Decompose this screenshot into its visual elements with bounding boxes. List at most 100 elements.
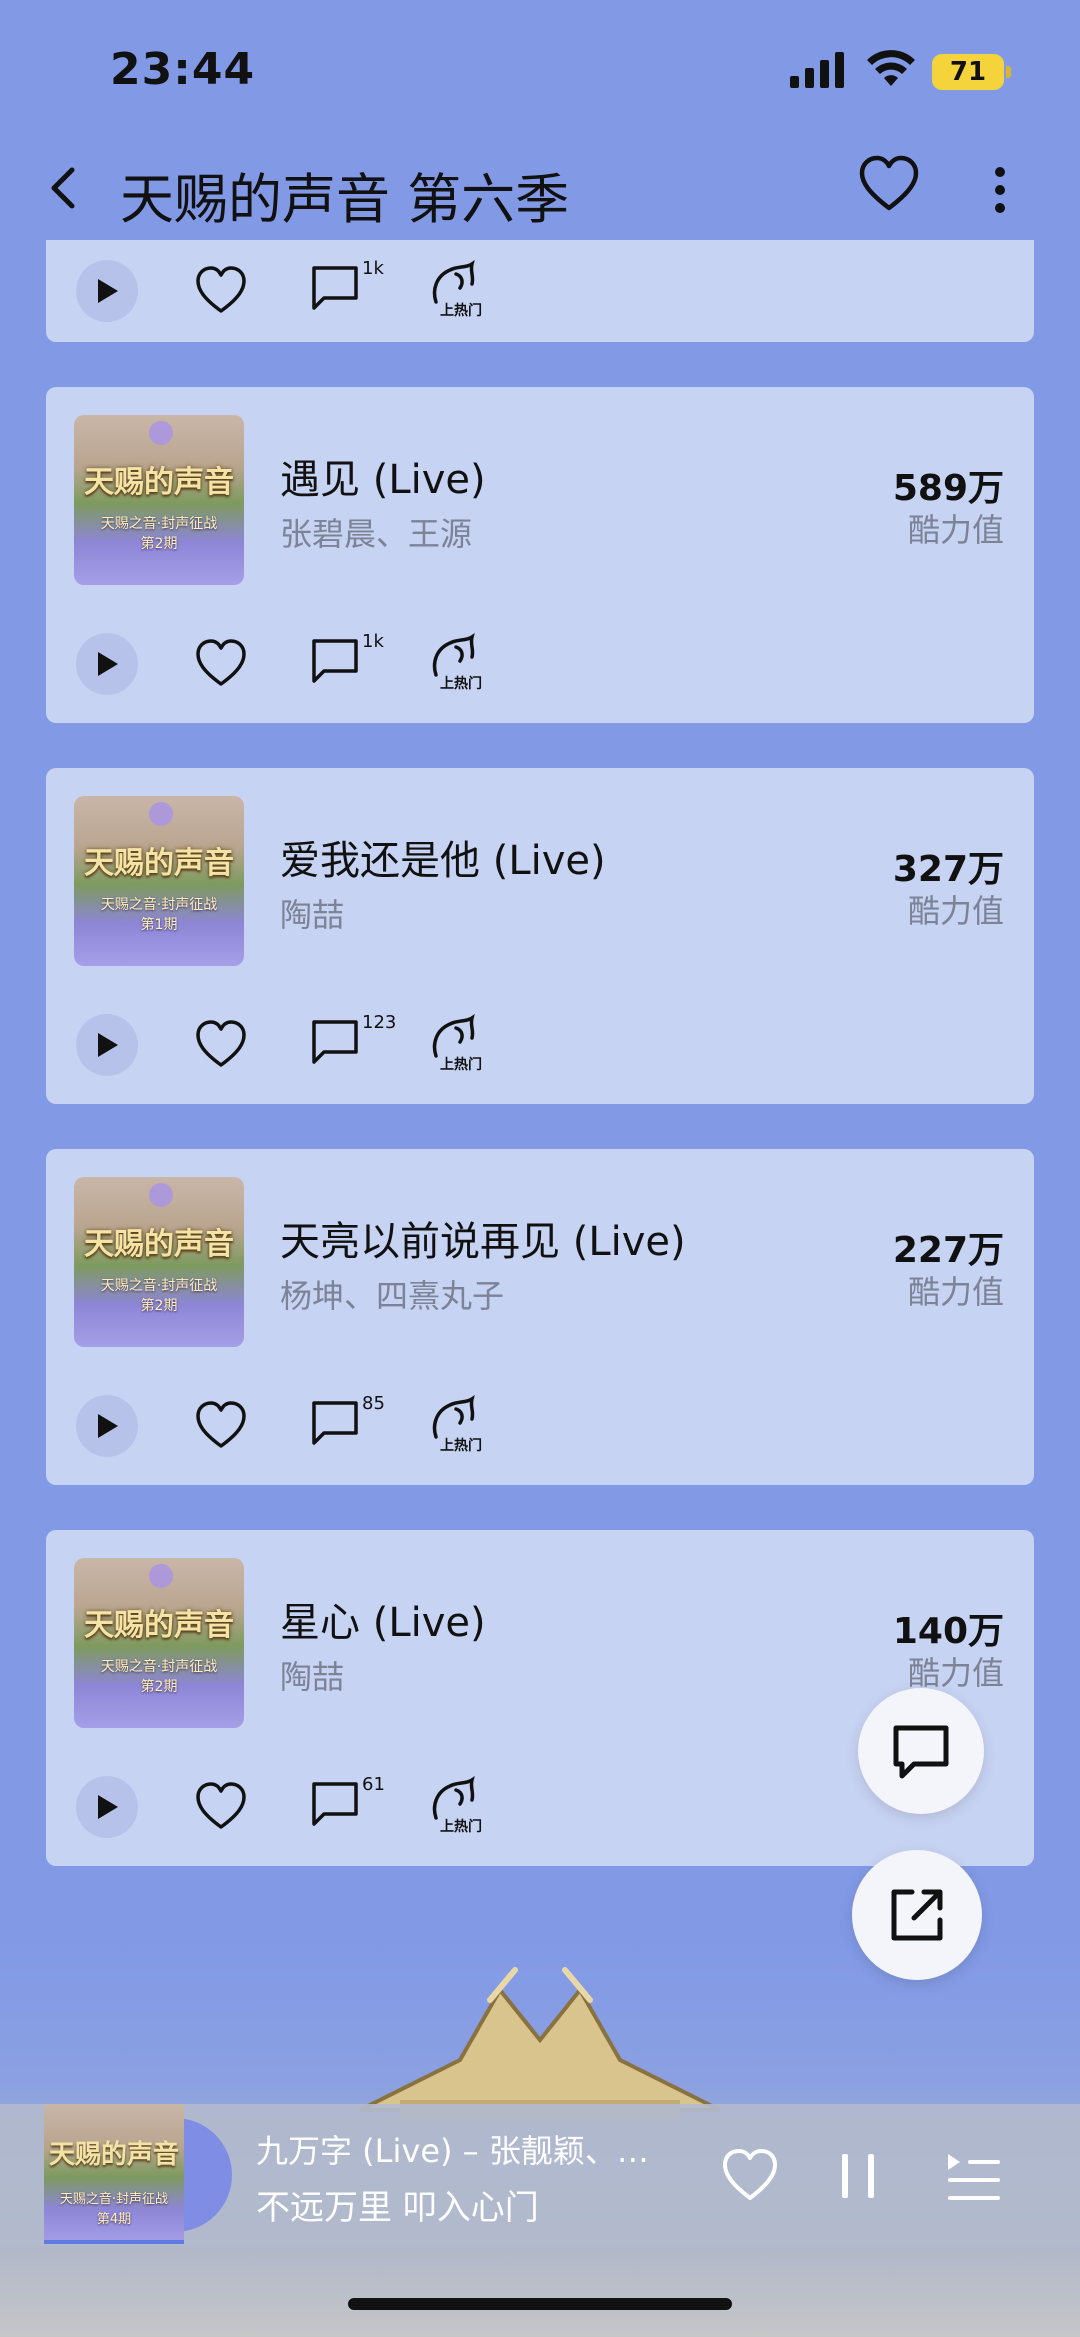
song-title: 遇见 (Live) xyxy=(280,457,486,503)
song-title: 星心 (Live) xyxy=(280,1600,486,1646)
cool-score: 589万 xyxy=(892,468,1004,509)
song-card[interactable]: 天赐的声音 天赐之音·封声征战 第1期 爱我还是他 (Live) 陶喆 327万… xyxy=(46,768,1034,1104)
song-card[interactable]: 天赐的声音 天赐之音·封声征战 第2期 遇见 (Live) 张碧晨、王源 589… xyxy=(46,387,1034,723)
cool-score: 140万 xyxy=(892,1611,1004,1652)
card-actions: 85 上热门 xyxy=(46,1385,1034,1465)
mini-player-inner: 天赐的声音 天赐之音·封声征战 第4期 九万字 (Live) – 张靓颖、… 不… xyxy=(44,2104,1034,2246)
comment-count: 1k xyxy=(362,631,384,652)
status-bar: 23:44 71 xyxy=(0,0,1080,130)
cover-subtitle: 天赐之音·封声征战 xyxy=(100,1278,218,1294)
album-cover: 天赐的声音 天赐之音·封声征战 第2期 xyxy=(74,415,244,585)
cool-score: 327万 xyxy=(892,849,1004,890)
wifi-icon xyxy=(867,50,915,86)
like-heart-icon[interactable] xyxy=(194,1399,248,1453)
page-title: 天赐的声音 第六季 xyxy=(120,168,570,231)
back-arrow-icon[interactable] xyxy=(36,158,96,218)
song-card-partial: 1k 上热门 xyxy=(46,240,1034,342)
nav-bar: 天赐的声音 第六季 xyxy=(0,130,1080,245)
song-artist: 陶喆 xyxy=(280,1658,345,1696)
play-button[interactable] xyxy=(76,260,138,322)
cover-orb xyxy=(149,1564,173,1588)
play-button[interactable] xyxy=(76,1014,138,1076)
cover-logo: 天赐的声音 xyxy=(84,1608,234,1643)
play-button[interactable] xyxy=(76,1776,138,1838)
cover-orb xyxy=(149,1183,173,1207)
play-icon xyxy=(98,652,118,676)
comment-icon xyxy=(312,266,358,310)
cover-orb xyxy=(149,802,173,826)
cover-episode: 第2期 xyxy=(140,1298,178,1314)
hot-label: 上热门 xyxy=(440,303,482,319)
cover-subtitle: 天赐之音·封声征战 xyxy=(100,516,218,532)
hot-label: 上热门 xyxy=(440,1819,482,1835)
promote-hot-button[interactable]: 上热门 xyxy=(426,260,496,330)
play-icon xyxy=(98,1033,118,1057)
hot-label: 上热门 xyxy=(440,1438,482,1454)
song-artist: 陶喆 xyxy=(280,896,345,934)
play-icon xyxy=(98,1795,118,1819)
comment-button[interactable]: 85 xyxy=(308,1393,388,1455)
hot-label: 上热门 xyxy=(440,676,482,692)
play-button[interactable] xyxy=(76,633,138,695)
comment-icon xyxy=(312,1401,358,1445)
song-artist: 张碧晨、王源 xyxy=(280,515,473,553)
now-playing-title: 九万字 (Live) – 张靓颖、… xyxy=(256,2132,649,2170)
cover-logo: 天赐的声音 xyxy=(84,1227,234,1262)
cover-episode: 第2期 xyxy=(140,1679,178,1695)
mini-player[interactable]: 天赐的声音 天赐之音·封声征战 第4期 九万字 (Live) – 张靓颖、… 不… xyxy=(0,2104,1080,2246)
cover-subtitle: 天赐之音·封声征战 xyxy=(100,897,218,913)
cover-logo: 天赐的声音 xyxy=(84,846,234,881)
now-playing-lyric: 不远万里 叩入心门 xyxy=(256,2188,539,2228)
battery-indicator: 71 xyxy=(932,54,1004,90)
card-actions: 123 上热门 xyxy=(46,1004,1034,1084)
cover-logo: 天赐的声音 xyxy=(48,2140,179,2170)
comment-icon xyxy=(312,1782,358,1826)
player-like-heart-icon[interactable] xyxy=(720,2146,780,2206)
like-heart-icon[interactable] xyxy=(194,637,248,691)
like-heart-icon[interactable] xyxy=(194,1780,248,1834)
comment-button[interactable]: 61 xyxy=(308,1774,388,1836)
promote-hot-button[interactable]: 上热门 xyxy=(426,1776,496,1846)
play-button[interactable] xyxy=(76,1395,138,1457)
cover-subtitle: 天赐之音·封声征战 xyxy=(100,1659,218,1675)
playlist-icon[interactable] xyxy=(944,2148,1004,2204)
cellular-signal-icon xyxy=(790,52,844,88)
song-card[interactable]: 天赐的声音 天赐之音·封声征战 第2期 天亮以前说再见 (Live) 杨坤、四熹… xyxy=(46,1149,1034,1485)
comment-count: 1k xyxy=(362,258,384,279)
cool-score-label: 酷力值 xyxy=(907,892,1004,930)
comment-button[interactable]: 123 xyxy=(308,1012,396,1074)
floating-comment-button[interactable] xyxy=(858,1688,984,1814)
comment-count: 123 xyxy=(362,1012,397,1033)
comment-count: 61 xyxy=(362,1774,385,1795)
more-options-icon[interactable] xyxy=(980,160,1020,220)
like-heart-icon[interactable] xyxy=(194,264,248,318)
comment-button[interactable]: 1k xyxy=(308,631,388,693)
album-cover: 天赐的声音 天赐之音·封声征战 第2期 xyxy=(74,1177,244,1347)
cover-episode: 第4期 xyxy=(96,2212,132,2227)
player-album-cover[interactable]: 天赐的声音 天赐之音·封声征战 第4期 xyxy=(44,2104,184,2244)
comment-icon xyxy=(312,639,358,683)
comment-button[interactable]: 1k xyxy=(308,258,388,320)
cover-subtitle: 天赐之音·封声征战 xyxy=(59,2192,169,2207)
floating-share-button[interactable] xyxy=(852,1850,982,1980)
favorite-heart-icon[interactable] xyxy=(858,154,920,216)
share-external-icon xyxy=(891,1889,943,1941)
promote-hot-button[interactable]: 上热门 xyxy=(426,1014,496,1084)
cover-episode: 第1期 xyxy=(140,917,178,933)
battery-tip xyxy=(1006,66,1011,78)
home-indicator[interactable] xyxy=(348,2298,732,2310)
play-icon xyxy=(98,1414,118,1438)
song-title: 爱我还是他 (Live) xyxy=(280,838,606,884)
song-artist: 杨坤、四熹丸子 xyxy=(280,1277,505,1315)
promote-hot-button[interactable]: 上热门 xyxy=(426,1395,496,1465)
card-actions: 1k 上热门 xyxy=(46,623,1034,703)
card-actions: 1k 上热门 xyxy=(46,250,1034,330)
album-cover: 天赐的声音 天赐之音·封声征战 第2期 xyxy=(74,1558,244,1728)
song-title: 天亮以前说再见 (Live) xyxy=(280,1219,686,1265)
hot-label: 上热门 xyxy=(440,1057,482,1073)
pause-icon[interactable] xyxy=(834,2148,884,2204)
cover-orb xyxy=(149,421,173,445)
cool-score-label: 酷力值 xyxy=(907,1273,1004,1311)
like-heart-icon[interactable] xyxy=(194,1018,248,1072)
promote-hot-button[interactable]: 上热门 xyxy=(426,633,496,703)
